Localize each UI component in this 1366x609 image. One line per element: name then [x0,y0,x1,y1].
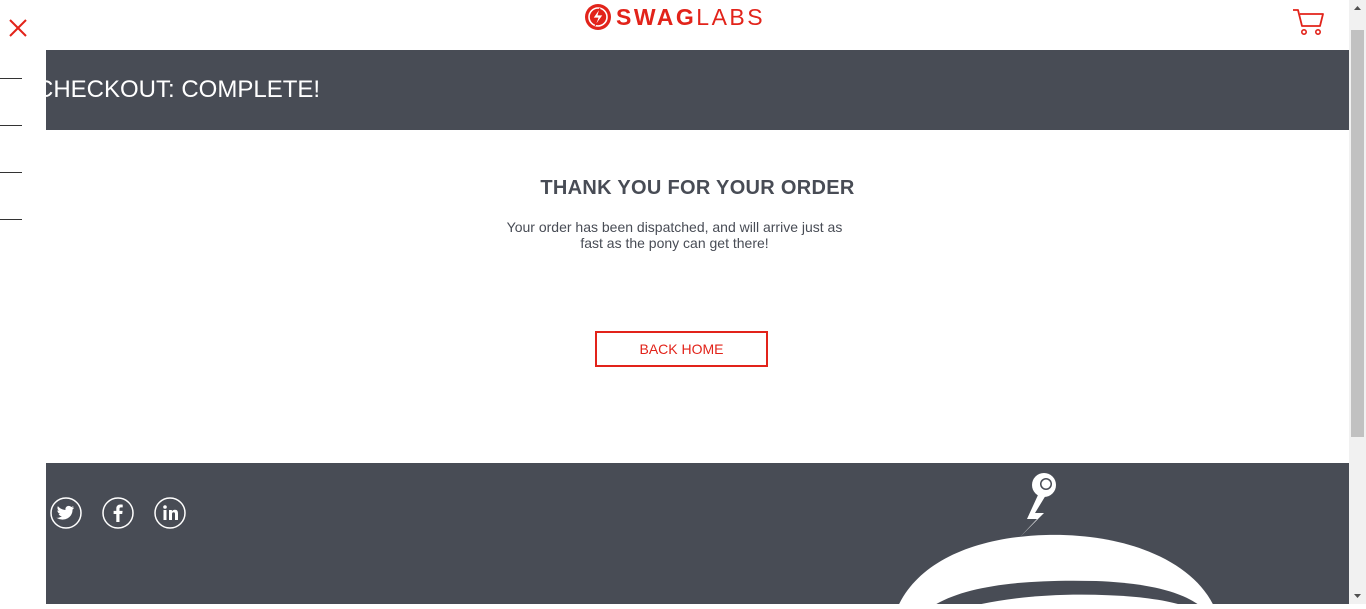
arrow-up-icon [1354,6,1361,10]
scrollbar-thumb[interactable] [1351,30,1364,437]
linkedin-link[interactable] [154,497,186,529]
cart-icon [1293,9,1324,35]
bolt-logo-icon [585,4,611,30]
scroll-down-button[interactable] [1349,587,1366,604]
pony-robot-illustration [899,473,1213,604]
menu-item[interactable] [0,172,22,173]
twitter-icon [50,497,82,529]
menu-item[interactable] [0,125,22,126]
menu-item[interactable] [0,219,22,220]
complete-text: Your order has been dispatched, and will… [506,219,843,251]
facebook-link[interactable] [102,497,134,529]
facebook-icon [102,497,134,529]
twitter-link[interactable] [50,497,82,529]
back-home-button[interactable]: BACK HOME [595,331,768,367]
secondary-header: CHECKOUT: COMPLETE! [46,50,1349,130]
close-menu-button[interactable] [6,14,30,40]
arrow-down-icon [1354,594,1361,598]
app-logo: SWAGLABS [584,0,765,34]
complete-header: THANK YOU FOR YOUR ORDER [540,177,855,199]
linkedin-icon [154,497,186,529]
logo-text-labs: LABS [696,3,766,30]
menu-item[interactable] [0,78,22,79]
scroll-up-button[interactable] [1349,0,1366,17]
logo-text-swag: SWAG [616,3,697,30]
checkout-complete-container: THANK YOU FOR YOUR ORDER Your order has … [46,130,1349,463]
vertical-scrollbar[interactable] [1349,0,1366,604]
page-title: CHECKOUT: COMPLETE! [46,76,321,103]
top-bar: SWAGLABS [0,0,1349,50]
shopping-cart-link[interactable] [1291,5,1327,37]
footer [46,463,1349,604]
close-icon [9,19,27,37]
